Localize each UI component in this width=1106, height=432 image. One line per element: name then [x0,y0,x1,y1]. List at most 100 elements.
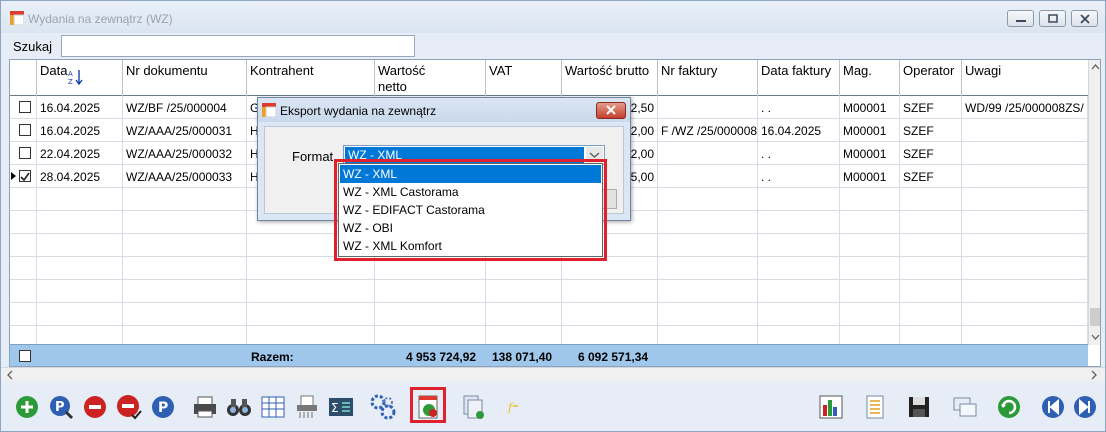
format-select[interactable]: WZ - XML [343,145,605,165]
dialog-title: Eksport wydania na zewnątrz [280,104,437,118]
format-option[interactable]: WZ - XML Castorama [340,183,601,201]
table-row[interactable] [10,257,1088,280]
preview-button[interactable]: P [47,393,75,421]
add-icon [16,396,38,418]
next-button[interactable] [1071,393,1099,421]
cell-mag: M00001 [840,96,900,119]
header-uwagi[interactable]: Uwagi [962,60,1088,96]
format-option[interactable]: WZ - OBI [340,219,601,237]
format-selected-value: WZ - XML [345,147,584,163]
delete-button[interactable] [81,393,109,421]
row-select-cell [10,119,37,142]
totals-checkbox[interactable] [19,350,31,362]
close-button[interactable] [1071,10,1098,27]
horizontal-scrollbar[interactable] [1,367,1105,381]
row-select-cell [10,188,37,211]
row-checkbox[interactable] [19,101,31,113]
cell-nr_faktury [658,303,758,326]
print-button[interactable] [191,393,219,421]
cell-data_faktury [758,234,840,257]
scroll-down-icon [1091,334,1100,340]
cell-data_faktury: . . [758,96,840,119]
cell-data_faktury [758,280,840,303]
find-button[interactable] [225,393,253,421]
header-wartosc-brutto[interactable]: Wartość brutto [562,60,658,96]
svg-text:Z: Z [68,78,73,85]
row-select-cell [10,280,37,303]
filter-button[interactable]: f [501,393,529,421]
cell-nr_faktury [658,234,758,257]
cancel-checked-icon [117,395,142,420]
format-option[interactable]: WZ - XML Komfort [340,237,601,255]
row-select-cell [10,211,37,234]
spreadsheet-button[interactable] [861,393,889,421]
header-operator[interactable]: Operator [900,60,962,96]
format-option[interactable]: WZ - XML [340,165,601,183]
cancel-button[interactable] [115,393,143,421]
minimize-button[interactable] [1007,10,1034,27]
vertical-scroll-thumb[interactable] [1090,308,1100,326]
cell-data_faktury: 16.04.2025 [758,119,840,142]
cell-nr_faktury [658,257,758,280]
p-icon: P [152,396,174,418]
table-row[interactable] [10,303,1088,326]
cell-brutto [562,257,658,280]
sum-button[interactable]: Σ [327,393,355,421]
chart-button[interactable] [817,393,845,421]
header-data[interactable]: Data A Z [37,60,123,96]
row-select-cell [10,257,37,280]
row-checkbox[interactable] [19,124,31,136]
grid-header: Data A Z Nr dokumentu Kontrahent Wartość… [10,60,1088,96]
previous-button[interactable] [1039,393,1067,421]
copy-button[interactable] [459,393,487,421]
windows-button[interactable] [951,393,979,421]
header-mag[interactable]: Mag. [840,60,900,96]
dialog-close-button[interactable] [596,102,626,119]
cell-vat [486,280,562,303]
header-data-faktury[interactable]: Data faktury [758,60,840,96]
format-option[interactable]: WZ - EDIFACT Castorama [340,201,601,219]
save-button[interactable] [905,393,933,421]
export-button[interactable] [415,393,443,421]
cell-data [37,257,123,280]
table-icon [261,396,285,418]
header-kontrahent[interactable]: Kontrahent [247,60,375,96]
cell-operator [900,280,962,303]
totals-label: Razem: [251,350,294,364]
header-nr-faktury[interactable]: Nr faktury [658,60,758,96]
settings-button[interactable] [369,393,397,421]
search-input[interactable] [61,35,415,57]
totals-brutto: 6 092 571,34 [578,350,649,364]
format-dropdown-arrow[interactable] [586,147,603,163]
shred-button[interactable] [293,393,321,421]
row-checkbox[interactable] [19,147,31,159]
columns-button[interactable] [259,393,287,421]
cell-nr [123,303,247,326]
cell-mag [840,234,900,257]
binoculars-icon [227,399,251,416]
cell-operator: SZEF [900,119,962,142]
restore-icon [1048,14,1058,23]
header-vat[interactable]: VAT [486,60,562,96]
cell-mag [840,280,900,303]
table-row[interactable] [10,280,1088,303]
previous-icon [1042,396,1064,418]
sort-az-icon: A Z [68,70,83,85]
cell-operator [900,234,962,257]
header-nr-dokumentu[interactable]: Nr dokumentu [123,60,247,96]
cell-data: 22.04.2025 [37,142,123,165]
restore-button[interactable] [1039,10,1066,27]
export-icon [418,395,438,419]
vertical-scrollbar[interactable] [1088,60,1100,345]
cell-nr_faktury [658,165,758,188]
post-button[interactable]: P [149,393,177,421]
cell-nr [123,211,247,234]
cell-nr: WZ/AAA/25/000031 [123,119,247,142]
cell-data: 28.04.2025 [37,165,123,188]
header-wartosc-netto[interactable]: Wartość netto [375,60,486,96]
refresh-button[interactable] [995,393,1023,421]
row-checkbox[interactable] [19,170,31,182]
cell-nr [123,257,247,280]
add-button[interactable] [13,393,41,421]
totals-vat: 138 071,40 [492,350,553,364]
